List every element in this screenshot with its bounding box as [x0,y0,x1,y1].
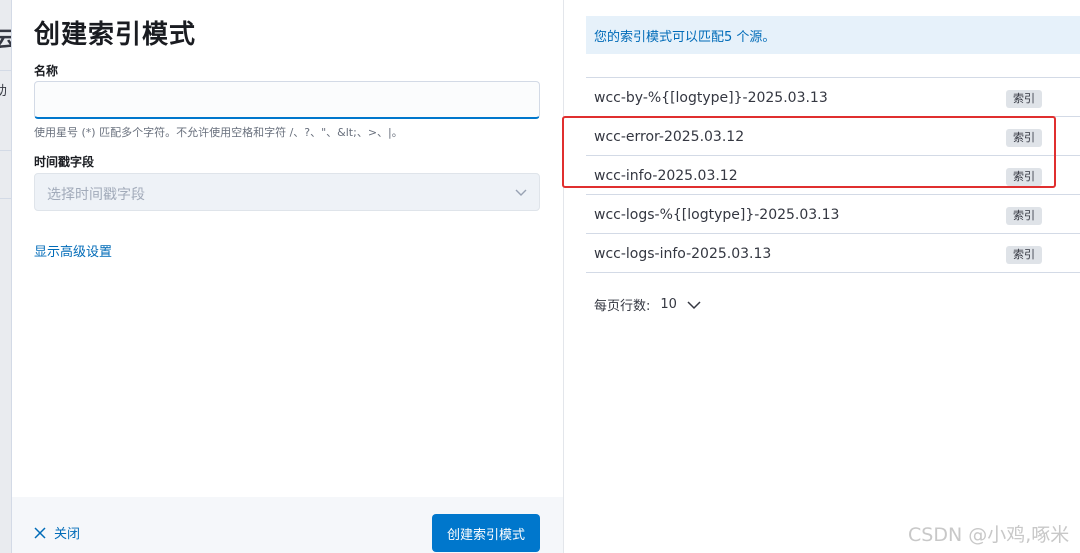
chevron-down-icon [515,189,527,196]
background-title-fragment: 云 [0,22,11,54]
rows-per-page-label: 每页行数: [594,299,651,314]
table-row[interactable]: wcc-logs-%{[logtype]}-2025.03.13 索引 [586,195,1080,234]
table-row[interactable]: wcc-by-%{[logtype]}-2025.03.13 索引 [586,78,1080,117]
sources-table: wcc-by-%{[logtype]}-2025.03.13 索引 wcc-er… [586,77,1080,273]
index-badge: 索引 [1006,207,1042,225]
watermark: CSDN @小鸡,啄米 [908,524,1070,546]
table-row[interactable]: wcc-info-2025.03.12 索引 [586,156,1080,195]
timestamp-select[interactable]: 选择时间戳字段 [34,173,540,211]
timestamp-label: 时间戳字段 [34,155,95,169]
source-name: wcc-error-2025.03.12 [594,129,745,145]
page-title: 创建索引模式 [34,20,197,50]
name-help-text: 使用星号 (*) 匹配多个字符。不允许使用空格和字符 /、?、"、&lt;、>、… [34,126,403,139]
create-index-pattern-button[interactable]: 创建索引模式 [432,514,540,552]
index-badge: 索引 [1006,168,1042,186]
background-divider [0,150,11,151]
close-button-label: 关闭 [54,527,81,542]
show-advanced-settings-link[interactable]: 显示高级设置 [34,241,112,260]
source-name: wcc-by-%{[logtype]}-2025.03.13 [594,90,828,106]
index-badge: 索引 [1006,90,1042,108]
close-icon [34,526,46,539]
rows-per-page-value: 10 [660,297,677,312]
match-count-callout: 您的索引模式可以匹配5 个源。 [586,16,1080,54]
table-row[interactable]: wcc-error-2025.03.12 索引 [586,117,1080,156]
source-name: wcc-logs-info-2025.03.13 [594,246,772,262]
matching-sources-panel: 您的索引模式可以匹配5 个源。 wcc-by-%{[logtype]}-2025… [564,0,1080,553]
name-label: 名称 [34,64,59,78]
name-input[interactable] [34,81,540,119]
background-divider [0,198,11,199]
chevron-down-icon [687,300,701,309]
background-app-strip: 云 助 [0,0,12,553]
timestamp-placeholder: 选择时间戳字段 [47,187,145,203]
background-text-fragment: 助 [0,80,7,99]
source-name: wcc-logs-%{[logtype]}-2025.03.13 [594,207,840,223]
close-button[interactable]: 关闭 [34,523,80,542]
table-row[interactable]: wcc-logs-info-2025.03.13 索引 [586,234,1080,273]
background-divider [0,70,11,71]
rows-per-page-selector[interactable]: 每页行数: 10 [594,295,701,314]
source-name: wcc-info-2025.03.12 [594,168,738,184]
index-badge: 索引 [1006,246,1042,264]
create-index-pattern-flyout: 创建索引模式 名称 使用星号 (*) 匹配多个字符。不允许使用空格和字符 /、?… [12,0,563,553]
flyout-footer: 关闭 创建索引模式 [12,497,563,553]
index-badge: 索引 [1006,129,1042,147]
